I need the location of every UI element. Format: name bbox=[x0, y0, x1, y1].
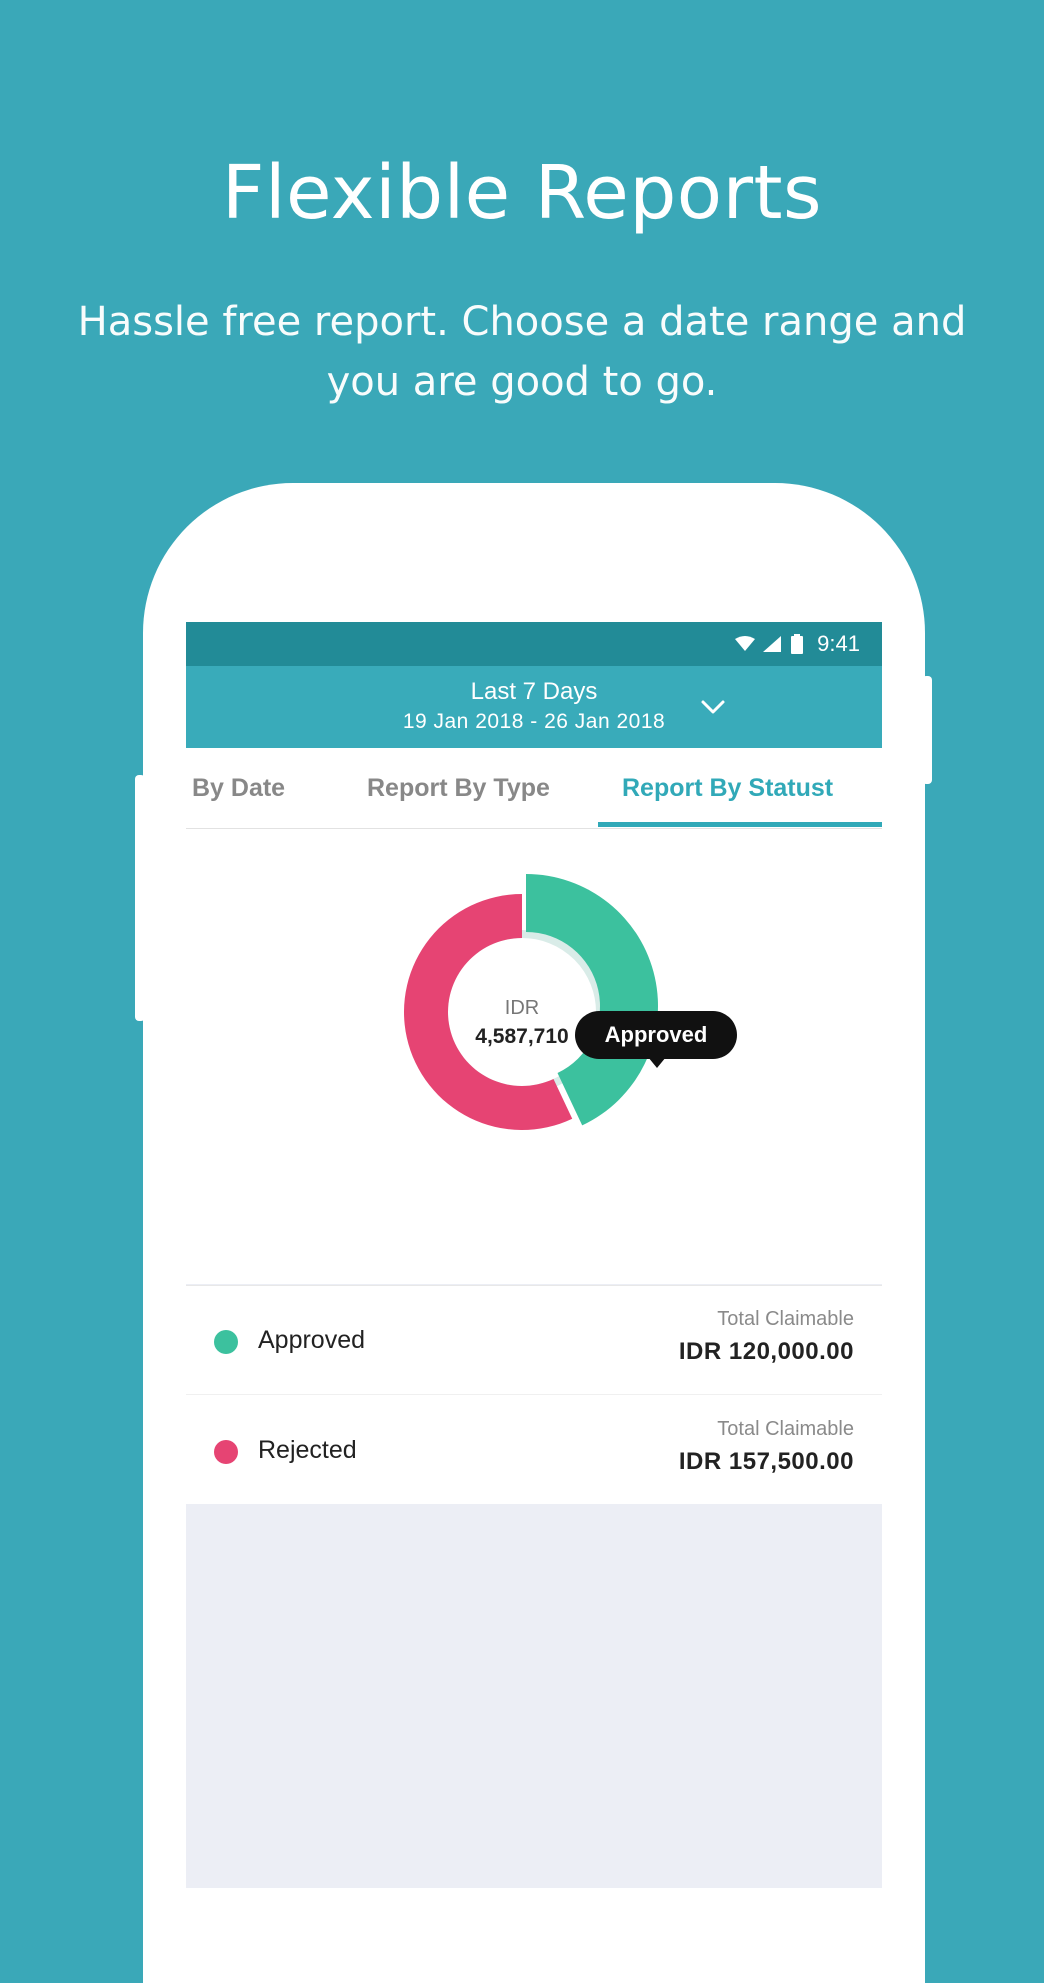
legend-label: Rejected bbox=[258, 1436, 357, 1464]
approved-dot-icon bbox=[214, 1330, 238, 1354]
battery-icon bbox=[791, 634, 804, 654]
tab-by-date[interactable]: By Date bbox=[192, 774, 285, 803]
tab-report-by-status[interactable]: Report By Statust bbox=[622, 774, 833, 803]
legend-row-rejected[interactable]: Rejected Total Claimable IDR 157,500.00 bbox=[186, 1396, 882, 1504]
date-range-label: Last 7 Days bbox=[470, 678, 598, 705]
date-range-dates: 19 Jan 2018 - 26 Jan 2018 bbox=[402, 710, 666, 733]
legend-caption: Total Claimable bbox=[717, 1308, 854, 1330]
status-icons: 9:41 bbox=[735, 631, 860, 657]
legend-amount: IDR 120,000.00 bbox=[678, 1338, 854, 1365]
tab-report-by-type[interactable]: Report By Type bbox=[367, 774, 550, 803]
legend-amount: IDR 157,500.00 bbox=[678, 1448, 854, 1475]
chevron-down-icon[interactable] bbox=[698, 692, 728, 722]
legend-row-approved[interactable]: Approved Total Claimable IDR 120,000.00 bbox=[186, 1286, 882, 1395]
promo-subtitle: Hassle free report. Choose a date range … bbox=[77, 299, 967, 405]
chart-tooltip-arrow bbox=[648, 1057, 666, 1068]
report-tabs: By Date Report By Type Report By Statust bbox=[186, 748, 882, 829]
donut-chart-svg bbox=[403, 874, 658, 1130]
donut-chart: IDR 4,587,710 Approved bbox=[186, 829, 882, 1284]
app-screen: 9:41 Last 7 Days 19 Jan 2018 - 26 Jan 20… bbox=[186, 622, 882, 1888]
chart-center-label: IDR bbox=[504, 997, 540, 1019]
status-bar: 9:41 bbox=[186, 622, 882, 666]
active-tab-indicator bbox=[598, 822, 882, 827]
wifi-icon bbox=[735, 636, 756, 651]
legend-caption: Total Claimable bbox=[717, 1418, 854, 1440]
chart-tooltip: Approved bbox=[575, 1011, 737, 1059]
status-time: 9:41 bbox=[817, 631, 860, 656]
signal-icon bbox=[763, 636, 782, 652]
date-range-selector[interactable]: Last 7 Days 19 Jan 2018 - 26 Jan 2018 bbox=[186, 666, 882, 748]
promo-title: Flexible Reports bbox=[221, 150, 823, 236]
rejected-dot-icon bbox=[214, 1440, 238, 1464]
legend-label: Approved bbox=[258, 1326, 366, 1354]
chart-center-value: 4,587,710 bbox=[475, 1025, 569, 1048]
status-legend: Approved Total Claimable IDR 120,000.00 … bbox=[186, 1285, 882, 1504]
